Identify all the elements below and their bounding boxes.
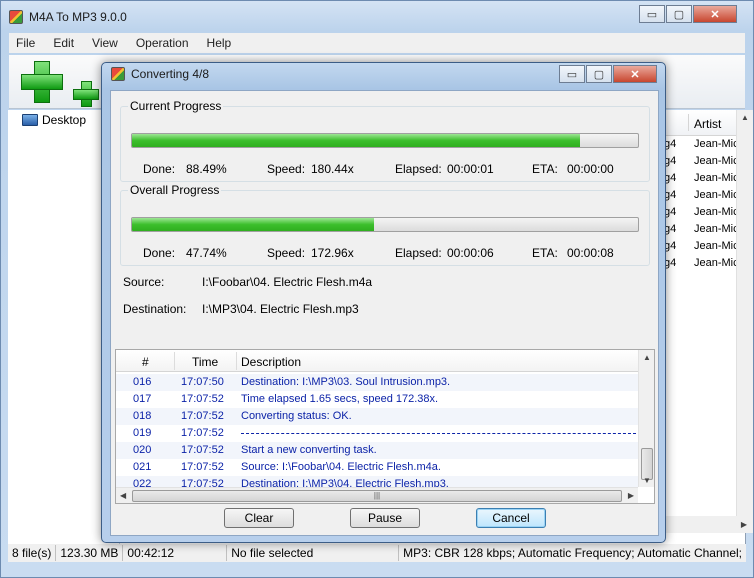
- current-eta-value: 00:00:00: [567, 162, 614, 176]
- current-progress-legend: Current Progress: [128, 99, 224, 113]
- log-horizontal-thumb[interactable]: |||: [132, 490, 622, 502]
- close-button[interactable]: ✕: [693, 5, 737, 23]
- minimize-button[interactable]: ▭: [639, 5, 665, 23]
- pause-button[interactable]: Pause: [350, 508, 420, 528]
- file-row[interactable]: g4 Jean-Mic: [658, 153, 739, 170]
- current-progress-group: Current Progress Done: 88.49% Speed: 180…: [120, 99, 650, 182]
- status-total-duration: 00:42:12: [123, 545, 228, 561]
- destination-label: Destination:: [123, 302, 187, 316]
- current-eta-label: ETA:: [532, 162, 558, 176]
- current-speed-value: 180.44x: [311, 162, 354, 176]
- scroll-left-icon[interactable]: ◀: [120, 491, 126, 500]
- overall-progress-fill: [132, 218, 374, 231]
- add-files-icon[interactable]: [17, 57, 67, 107]
- log-row[interactable]: 019 17:07:52: [116, 425, 638, 442]
- current-elapsed-label: Elapsed:: [395, 162, 442, 176]
- log-row[interactable]: 016 17:07:50 Destination: I:\MP3\03. Soul …: [116, 374, 638, 391]
- dialog-title: Converting 4/8: [131, 67, 210, 81]
- overall-progress-group: Overall Progress Done: 47.74% Speed: 172…: [120, 183, 650, 266]
- overall-speed-value: 172.96x: [311, 246, 354, 260]
- status-output-format: MP3: CBR 128 kbps; Automatic Frequency; …: [403, 546, 742, 560]
- status-file-count: 8 file(s): [8, 545, 57, 561]
- status-total-size: 123.30 MB: [56, 545, 124, 561]
- scroll-up-icon[interactable]: ▲: [643, 353, 651, 362]
- source-path: I:\Foobar\04. Electric Flesh.m4a: [202, 275, 373, 289]
- add-folder-icon[interactable]: [71, 79, 99, 107]
- tree-item-desktop[interactable]: Desktop: [22, 113, 86, 127]
- log-row[interactable]: 021 17:07:52 Source: I:\Foobar\04. Electri…: [116, 459, 638, 476]
- menu-edit[interactable]: Edit: [46, 33, 81, 53]
- file-row[interactable]: g4 Jean-Mic: [658, 170, 739, 187]
- log-header: # Time Description: [116, 350, 638, 372]
- file-row[interactable]: g4 Jean-Mic: [658, 136, 739, 153]
- clear-button[interactable]: Clear: [224, 508, 294, 528]
- menu-view[interactable]: View: [85, 33, 125, 53]
- menu-bar: File Edit View Operation Help: [9, 33, 745, 53]
- log-vertical-scrollbar[interactable]: ▲ ▼: [638, 350, 654, 487]
- menu-help[interactable]: Help: [200, 33, 239, 53]
- overall-elapsed-value: 00:00:06: [447, 246, 494, 260]
- scroll-down-icon[interactable]: ▼: [643, 476, 651, 485]
- maximize-button[interactable]: ▢: [666, 5, 692, 23]
- current-speed-label: Speed:: [267, 162, 306, 176]
- file-row[interactable]: g4 Jean-Mic: [658, 238, 739, 255]
- log-row[interactable]: 017 17:07:52 Time elapsed 1.65 secs, speed…: [116, 391, 638, 408]
- current-done-label: Done:: [143, 162, 176, 176]
- app-icon: [9, 10, 23, 24]
- source-label: Source:: [123, 275, 165, 289]
- separator-line: [241, 433, 636, 434]
- file-row[interactable]: g4 Jean-Mic: [658, 187, 739, 204]
- overall-progress-legend: Overall Progress: [128, 183, 222, 197]
- dialog-title-bar: Converting 4/8: [111, 67, 209, 81]
- menu-file[interactable]: File: [9, 33, 42, 53]
- current-done-value: 88.49%: [186, 162, 227, 176]
- status-bar: 8 file(s) 123.30 MB 00:42:12 No file sel…: [8, 544, 746, 562]
- dialog-window-controls: ▭ ▢ ✕: [559, 65, 657, 83]
- log-row[interactable]: 020 17:07:52 Start a new converting task.: [116, 442, 638, 459]
- status-selection: No file selected: [227, 545, 400, 561]
- overall-progress-bar: [131, 217, 639, 232]
- log-rows: 016 17:07:50 Destination: I:\MP3\03. Soul …: [116, 374, 638, 493]
- log-horizontal-scrollbar[interactable]: ◀ ||| ▶: [116, 487, 638, 503]
- file-row[interactable]: g4 Jean-Mic: [658, 255, 739, 272]
- file-row[interactable]: g4 Jean-Mic: [658, 221, 739, 238]
- desktop-icon: [22, 114, 38, 126]
- scroll-right-icon[interactable]: ▶: [741, 520, 747, 529]
- file-list-horizontal-scrollbar[interactable]: ▶: [658, 516, 753, 533]
- dialog-maximize-button[interactable]: ▢: [586, 65, 612, 83]
- current-progress-fill: [132, 134, 580, 147]
- tree-item-label: Desktop: [42, 113, 87, 127]
- dialog-close-button[interactable]: ✕: [613, 65, 657, 83]
- main-window-controls: ▭ ▢ ✕: [639, 5, 737, 23]
- file-list-vertical-scrollbar[interactable]: ▲: [736, 110, 753, 532]
- overall-done-value: 47.74%: [186, 246, 227, 260]
- current-progress-bar: [131, 133, 639, 148]
- column-header-time[interactable]: Time: [192, 355, 218, 369]
- column-header-number[interactable]: #: [142, 355, 149, 369]
- converting-dialog: Converting 4/8 ▭ ▢ ✕ Current Progress Do…: [101, 62, 666, 543]
- file-list-header: Artist: [658, 110, 736, 136]
- destination-path: I:\MP3\04. Electric Flesh.mp3: [202, 302, 359, 316]
- dialog-body: Current Progress Done: 88.49% Speed: 180…: [110, 90, 659, 536]
- menu-operation[interactable]: Operation: [129, 33, 196, 53]
- file-row[interactable]: g4 Jean-Mic: [658, 204, 739, 221]
- overall-done-label: Done:: [143, 246, 176, 260]
- column-header-artist[interactable]: Artist: [694, 117, 721, 131]
- overall-eta-value: 00:00:08: [567, 246, 614, 260]
- scroll-right-icon[interactable]: ▶: [628, 491, 634, 500]
- overall-speed-label: Speed:: [267, 246, 306, 260]
- overall-elapsed-label: Elapsed:: [395, 246, 442, 260]
- log-row[interactable]: 018 17:07:52 Converting status: OK.: [116, 408, 638, 425]
- log-list: # Time Description 016 17:07:50 Destinatio…: [115, 349, 655, 504]
- scroll-up-icon[interactable]: ▲: [741, 113, 749, 122]
- app-icon: [111, 67, 125, 81]
- current-elapsed-value: 00:00:01: [447, 162, 494, 176]
- cancel-button[interactable]: Cancel: [476, 508, 546, 528]
- dialog-minimize-button[interactable]: ▭: [559, 65, 585, 83]
- column-header-description[interactable]: Description: [241, 355, 301, 369]
- main-title-bar: M4A To MP3 9.0.0: [9, 7, 127, 27]
- overall-eta-label: ETA:: [532, 246, 558, 260]
- file-list: Artist g4 Jean-Mic g4 Jean-Mic g4 Jean-Mic …: [658, 110, 739, 532]
- main-window-title: M4A To MP3 9.0.0: [29, 10, 127, 24]
